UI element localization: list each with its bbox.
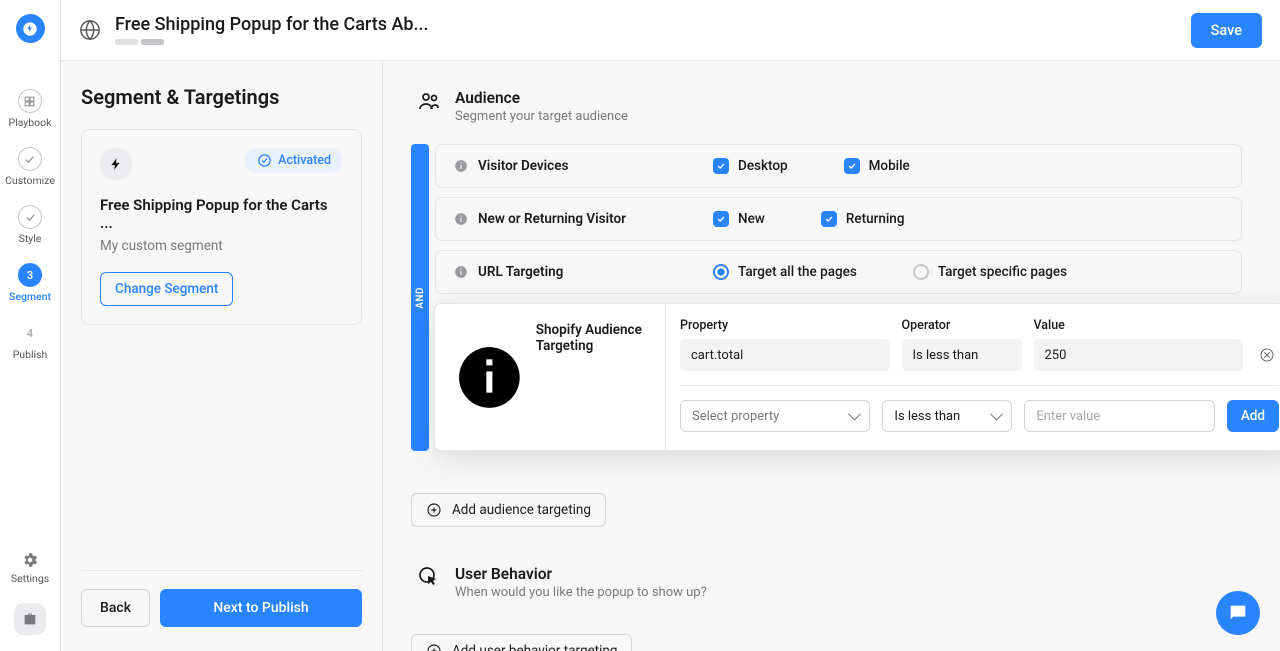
activated-label: Activated bbox=[278, 153, 331, 168]
segment-title: Free Shipping Popup for the Carts ... bbox=[100, 196, 343, 232]
change-segment-button[interactable]: Change Segment bbox=[100, 272, 233, 306]
targeting-and-block: AND Visitor Devices Desktop Mobile New o… bbox=[411, 144, 1242, 451]
row-label: New or Returning Visitor bbox=[478, 211, 678, 227]
operator-select[interactable]: Is less than bbox=[882, 400, 1012, 432]
nav-apps-button[interactable] bbox=[14, 603, 46, 635]
row-label: Shopify Audience Targeting bbox=[536, 322, 647, 432]
audience-sub: Segment your target audience bbox=[455, 109, 628, 124]
segment-sub: My custom segment bbox=[100, 238, 343, 254]
step-number: 4 bbox=[18, 321, 42, 345]
audience-title: Audience bbox=[455, 89, 628, 107]
col-operator: Operator bbox=[902, 318, 1022, 333]
rule-value: 250 bbox=[1034, 339, 1244, 371]
rule-operator: Is less than bbox=[902, 339, 1022, 371]
row-shopify-targeting: Shopify Audience Targeting Property Oper… bbox=[434, 303, 1280, 451]
property-select[interactable]: Select property bbox=[680, 400, 870, 432]
topbar: Free Shipping Popup for the Carts Ab... … bbox=[61, 0, 1280, 61]
briefcase-icon bbox=[22, 611, 38, 627]
info-icon[interactable] bbox=[454, 212, 468, 226]
col-value: Value bbox=[1034, 318, 1244, 333]
bolt-icon bbox=[109, 157, 123, 171]
activated-pill: Activated bbox=[245, 148, 343, 173]
nav-step-style[interactable]: Style bbox=[18, 205, 42, 245]
nav-step-label: Publish bbox=[13, 348, 48, 361]
main-content: Audience Segment your target audience AN… bbox=[383, 61, 1280, 651]
nav-step-label: Segment bbox=[9, 290, 51, 303]
add-audience-targeting-button[interactable]: Add audience targeting bbox=[411, 493, 606, 527]
nav-step-playbook[interactable]: Playbook bbox=[9, 89, 52, 129]
add-behavior-targeting-button[interactable]: Add user behavior targeting bbox=[411, 634, 632, 651]
checkbox-desktop[interactable]: Desktop bbox=[713, 158, 788, 174]
back-button[interactable]: Back bbox=[81, 589, 150, 627]
save-button[interactable]: Save bbox=[1191, 13, 1262, 48]
nav-step-label: Customize bbox=[5, 174, 55, 187]
behavior-section-head: User Behavior When would you like the po… bbox=[411, 565, 1242, 600]
checkbox-mobile[interactable]: Mobile bbox=[844, 158, 910, 174]
cursor-click-icon bbox=[417, 565, 441, 589]
rule-property: cart.total bbox=[680, 339, 890, 371]
gear-icon bbox=[21, 551, 39, 569]
info-icon[interactable] bbox=[453, 323, 526, 432]
radio-target-all[interactable]: Target all the pages bbox=[713, 264, 857, 280]
chat-icon bbox=[1227, 602, 1249, 624]
row-visitor-devices: Visitor Devices Desktop Mobile bbox=[435, 144, 1242, 188]
people-icon bbox=[417, 89, 441, 113]
add-rule-button[interactable]: Add bbox=[1227, 400, 1279, 432]
nav-step-customize[interactable]: Customize bbox=[5, 147, 55, 187]
title-status-bars bbox=[115, 39, 429, 45]
info-icon[interactable] bbox=[454, 265, 468, 279]
step-number: 3 bbox=[18, 263, 42, 287]
left-panel: Segment & Targetings Activated Free Ship… bbox=[61, 61, 383, 651]
nav-step-segment[interactable]: 3 Segment bbox=[9, 263, 51, 303]
plus-circle-icon bbox=[426, 643, 442, 651]
segment-card: Activated Free Shipping Popup for the Ca… bbox=[81, 129, 362, 325]
delete-rule-button[interactable] bbox=[1255, 347, 1279, 363]
behavior-title: User Behavior bbox=[455, 565, 707, 583]
logo[interactable] bbox=[16, 14, 45, 43]
value-input[interactable] bbox=[1024, 400, 1214, 432]
check-circle-icon bbox=[257, 153, 272, 168]
nav-settings-label: Settings bbox=[11, 572, 49, 585]
radio-target-specific[interactable]: Target specific pages bbox=[913, 264, 1067, 280]
row-label: Visitor Devices bbox=[478, 158, 678, 174]
audience-section-head: Audience Segment your target audience bbox=[411, 89, 1242, 124]
col-property: Property bbox=[680, 318, 890, 333]
page-title: Free Shipping Popup for the Carts Ab... bbox=[115, 15, 429, 36]
row-url-targeting: URL Targeting Target all the pages Targe… bbox=[435, 250, 1242, 294]
nav-step-label: Style bbox=[19, 232, 42, 245]
checkbox-returning[interactable]: Returning bbox=[821, 211, 905, 227]
row-visitor-type: New or Returning Visitor New Returning bbox=[435, 197, 1242, 241]
nav-step-label: Playbook bbox=[9, 116, 52, 129]
behavior-sub: When would you like the popup to show up… bbox=[455, 585, 707, 600]
left-heading: Segment & Targetings bbox=[81, 85, 362, 109]
nav-settings[interactable]: Settings bbox=[11, 551, 49, 585]
chat-fab[interactable] bbox=[1216, 591, 1260, 635]
next-button[interactable]: Next to Publish bbox=[160, 589, 362, 627]
info-icon[interactable] bbox=[454, 159, 468, 173]
nav-step-publish[interactable]: 4 Publish bbox=[13, 321, 48, 361]
and-rail: AND bbox=[411, 144, 429, 451]
segment-icon-wrap bbox=[100, 148, 132, 180]
plus-circle-icon bbox=[426, 502, 442, 518]
checkbox-new[interactable]: New bbox=[713, 211, 765, 227]
nav-rail: Playbook Customize Style 3 Segment 4 Pub… bbox=[0, 0, 61, 651]
globe-icon bbox=[79, 19, 101, 41]
row-label: URL Targeting bbox=[478, 264, 678, 280]
